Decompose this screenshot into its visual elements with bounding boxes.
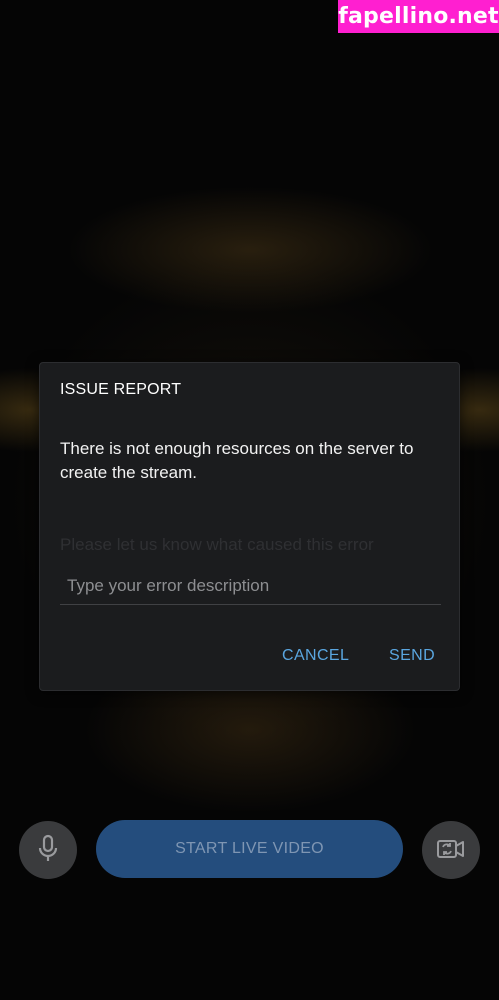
microphone-button[interactable] xyxy=(19,821,77,879)
switch-camera-button[interactable] xyxy=(422,821,480,879)
dialog-message: There is not enough resources on the ser… xyxy=(60,439,414,482)
dialog-title: ISSUE REPORT xyxy=(60,381,182,398)
error-field-label: Please let us know what caused this erro… xyxy=(60,535,374,554)
microphone-icon xyxy=(35,834,61,867)
watermark: fapellino.net xyxy=(338,0,499,33)
start-live-video-button[interactable]: START LIVE VIDEO xyxy=(96,820,403,878)
issue-report-dialog: ISSUE REPORT There is not enough resourc… xyxy=(39,362,460,691)
cancel-button[interactable]: CANCEL xyxy=(280,643,351,669)
error-description-input[interactable] xyxy=(60,567,441,605)
send-button[interactable]: SEND xyxy=(387,643,437,669)
switch-camera-icon xyxy=(436,834,466,867)
